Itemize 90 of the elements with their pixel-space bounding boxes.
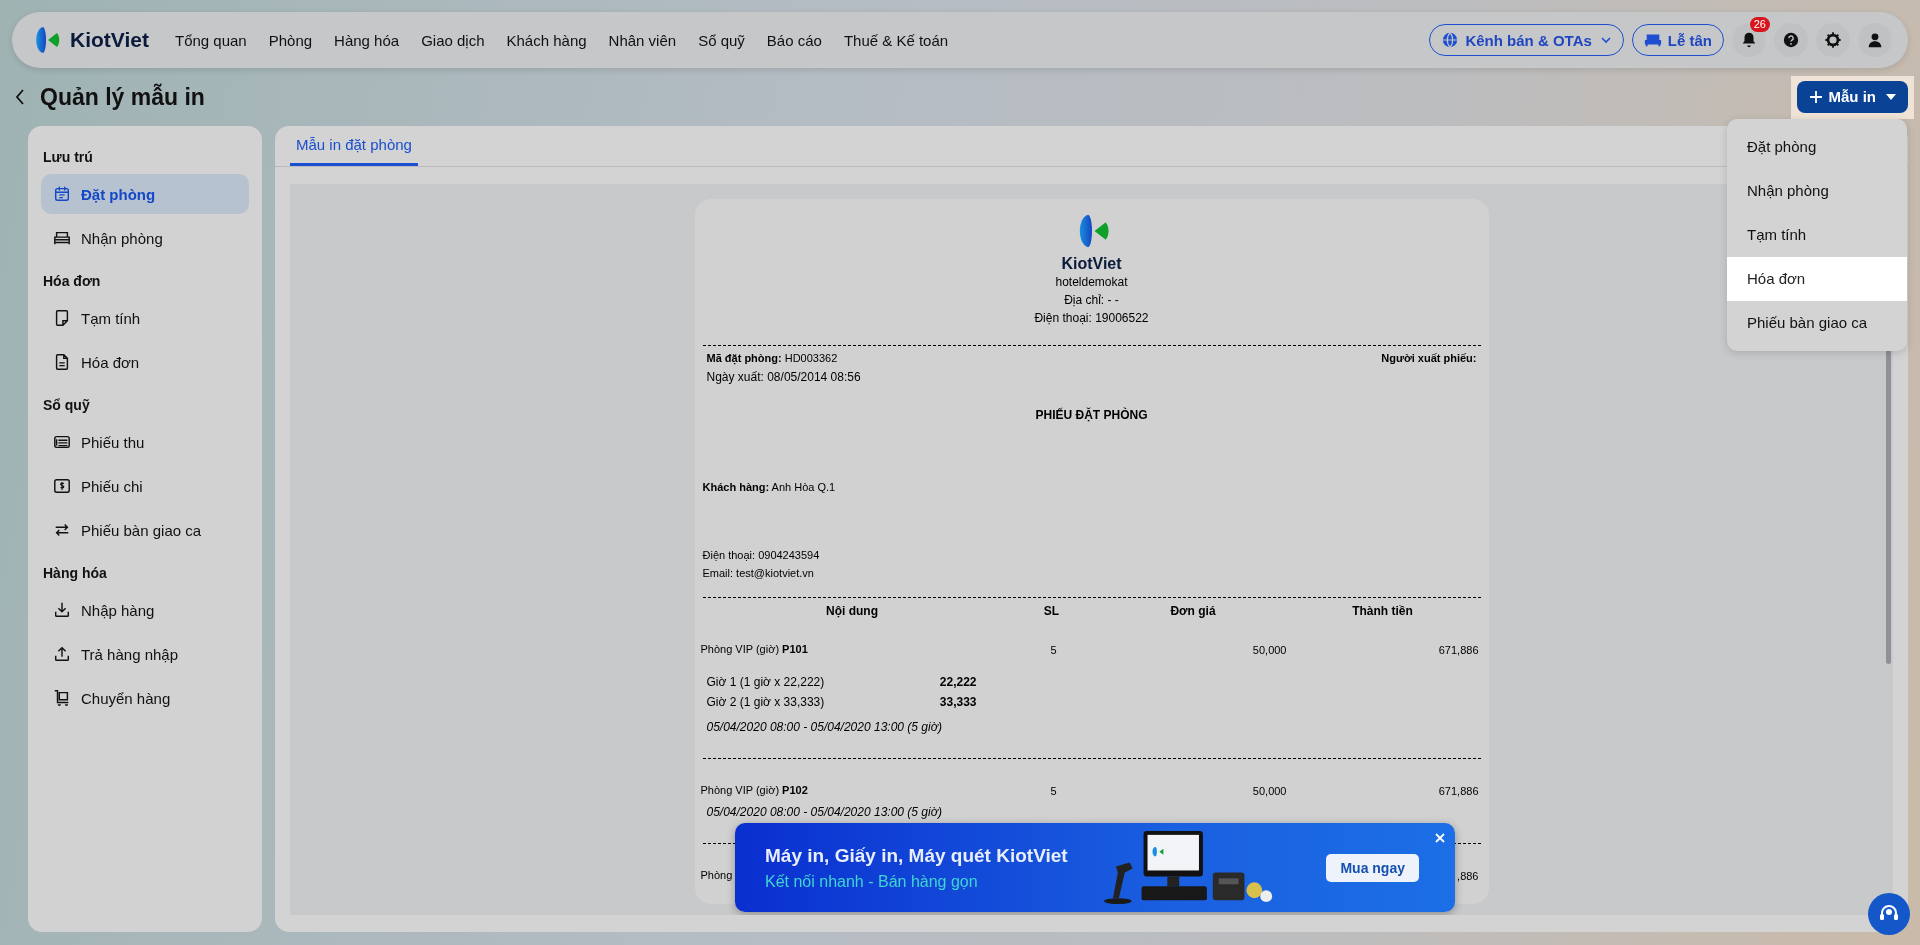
stay-period: 05/04/2020 08:00 - 05/04/2020 13:00 (5 giờ) (706, 720, 943, 734)
import-icon (53, 601, 71, 619)
settings-icon (1824, 31, 1842, 49)
unit-price: 50,000 (1252, 644, 1287, 656)
column-header: Thành tiền (1351, 604, 1414, 618)
menu-item[interactable]: Phiếu bàn giao ca (1727, 301, 1907, 345)
banner-title: Máy in, Giấy in, Máy quét KiotViet (765, 844, 1069, 867)
store-phone: Điện thoại: 19006522 (1033, 310, 1150, 327)
settings-button[interactable] (1816, 23, 1850, 57)
column-header: Đơn giá (1169, 604, 1217, 618)
sidebar-item[interactable]: Tạm tính (41, 298, 249, 338)
bell-icon (1740, 31, 1758, 49)
notification-count-badge: 26 (1749, 17, 1770, 32)
add-template-button[interactable]: Mẫu in (1796, 80, 1908, 113)
line-total: 671,886 (1438, 644, 1479, 656)
line-total: 671,886 (1438, 785, 1479, 797)
column-header: Nội dung (825, 604, 879, 618)
caret-icon (1886, 93, 1896, 100)
page-title: Quản lý mẫu in (40, 83, 205, 111)
unit-price: 50,000 (1252, 785, 1287, 797)
nav-link[interactable]: Hàng hóa (334, 31, 400, 49)
buy-now-button[interactable]: Mua ngay (1326, 853, 1419, 882)
tab[interactable]: Mẫu in đặt phòng (290, 126, 418, 166)
issue-date: Ngày xuất: 08/05/2014 08:56 (706, 370, 862, 384)
sidebar-item[interactable]: Phiếu bàn giao ca (41, 510, 249, 550)
nav-link[interactable]: Tổng quan (174, 31, 247, 49)
menu-item[interactable]: Đặt phòng (1727, 125, 1907, 169)
sidebar-item[interactable]: Phiếu chi (41, 466, 249, 506)
customer-phone: Điện thoại: 0904243594 (702, 549, 821, 561)
menu-item[interactable]: Hóa đơn (1727, 257, 1907, 301)
receipt-icon (53, 433, 71, 451)
sidebar-item[interactable]: Chuyển hàng (41, 678, 249, 718)
customer-email: Email: test@kiotviet.vn (702, 567, 815, 579)
quantity: 5 (1050, 785, 1057, 797)
close-icon[interactable] (1434, 832, 1446, 844)
line-total: ,886 (1457, 870, 1479, 882)
nav-link[interactable]: Phòng (268, 31, 313, 49)
sidebar-heading: Hóa đơn (43, 272, 102, 291)
account-button[interactable] (1858, 23, 1892, 57)
sidebar-item[interactable]: Nhập hàng (41, 590, 249, 630)
sidebar-heading: Hàng hóa (43, 564, 108, 583)
chevron-down-icon (1599, 34, 1612, 46)
store-address: Địa chỉ: - - (1063, 292, 1120, 309)
back-icon[interactable] (14, 87, 26, 107)
receipt-brand: KiotViet (1060, 255, 1123, 273)
user-icon (1866, 31, 1884, 49)
room-name: Phòng (700, 869, 733, 881)
sidebar-heading: Sổ quỹ (43, 396, 91, 415)
booking-code: Mã đặt phòng: HD003362 (706, 352, 838, 364)
nav-link[interactable]: Báo cáo (766, 31, 822, 49)
quantity: 5 (1050, 644, 1057, 656)
sidebar-item[interactable]: Nhận phòng (41, 218, 249, 258)
document-icon (53, 353, 71, 371)
menu-item[interactable]: Nhận phòng (1727, 169, 1907, 213)
note-icon (53, 309, 71, 327)
sidebar-item[interactable]: Phiếu thu (41, 422, 249, 462)
hour-detail: Giờ 2 (1 giờ x 33,333) (706, 694, 826, 711)
banner-subtitle: Kết nối nhanh - Bán hàng gọn (765, 872, 979, 891)
sidebar-heading: Lưu trú (43, 148, 94, 167)
sidebar-item[interactable]: Đặt phòng (41, 174, 249, 214)
swap-icon (53, 521, 71, 539)
customer-name: Khách hàng: Anh Hòa Q.1 (702, 481, 837, 493)
money-icon (53, 477, 71, 495)
hour-amount: 22,222 (938, 674, 977, 691)
cart-icon (53, 689, 71, 707)
help-button[interactable] (1774, 23, 1808, 57)
bed-icon (53, 229, 71, 247)
room-name: Phòng VIP (giờ) P102 (700, 784, 808, 796)
room-name: Phòng VIP (giờ) P101 (700, 643, 808, 655)
nav-link[interactable]: Giao dịch (421, 31, 485, 49)
help-icon (1782, 31, 1800, 49)
plus-icon (1808, 89, 1823, 104)
issuer-label: Người xuất phiếu: (1381, 352, 1477, 364)
store-name: hoteldemokat (1054, 274, 1129, 291)
brand-name: KiotViet (70, 28, 149, 52)
nav-link[interactable]: Thuế & Kế toán (843, 31, 949, 49)
hour-amount: 33,333 (938, 694, 977, 711)
calendar-icon (53, 185, 71, 203)
receipt-title: PHIẾU ĐẶT PHÒNG (1034, 408, 1149, 422)
hour-detail: Giờ 1 (1 giờ x 22,222) (706, 674, 826, 691)
nav-link[interactable]: Sổ quỹ (698, 31, 745, 49)
column-header: SL (1042, 604, 1061, 618)
nav-link[interactable]: Nhân viên (608, 31, 677, 49)
sidebar-item[interactable]: Hóa đơn (41, 342, 249, 382)
nav-link[interactable]: Khách hàng (506, 31, 587, 49)
export-icon (53, 645, 71, 663)
menu-item[interactable]: Tạm tính (1727, 213, 1907, 257)
globe-icon (1441, 31, 1460, 49)
sidebar-item[interactable]: Trả hàng nhập (41, 634, 249, 674)
stay-period: 05/04/2020 08:00 - 05/04/2020 13:00 (5 giờ) (706, 805, 943, 819)
